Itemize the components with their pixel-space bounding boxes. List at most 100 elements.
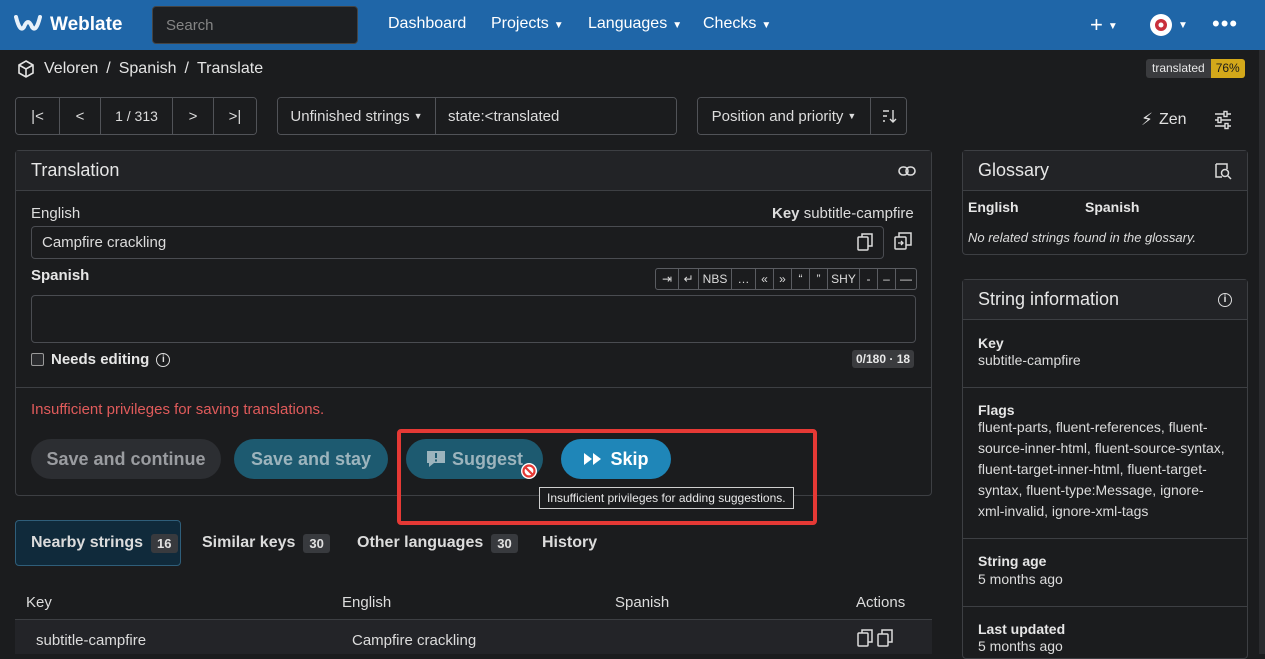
sort-dropdown[interactable]: Position and priority ▼ (698, 98, 871, 134)
char-tab-button[interactable]: ⇥ (655, 268, 679, 290)
breadcrumb-sep: / (184, 60, 189, 77)
divider (963, 606, 1247, 607)
char-endash-button[interactable]: – (878, 268, 896, 290)
settings-sliders-icon[interactable] (1213, 110, 1233, 130)
first-button[interactable]: |< (16, 98, 60, 134)
char-hyphen-button[interactable]: - (860, 268, 878, 290)
last-icon: >| (228, 107, 242, 125)
info-age-value: 5 months ago (978, 571, 1063, 587)
status-badge[interactable]: translated 76% (1146, 59, 1245, 78)
breadcrumb-language[interactable]: Spanish (119, 60, 177, 78)
page-scrollbar[interactable] (1259, 50, 1265, 654)
status-badge-label: translated (1146, 59, 1211, 78)
sort-direction-icon (881, 107, 897, 125)
glossary-empty: No related strings found in the glossary… (968, 230, 1197, 245)
char-ldquo-button[interactable]: “ (792, 268, 810, 290)
table-row[interactable]: subtitle-campfire Campfire crackling (15, 620, 932, 654)
error-message: Insufficient privileges for saving trans… (31, 401, 325, 418)
add-menu-button[interactable]: + ▼ (1090, 12, 1118, 38)
glossary-col-source: English (968, 199, 1019, 215)
char-newline-button[interactable]: ↵ (679, 268, 699, 290)
char-ellipsis-button[interactable]: … (732, 268, 756, 290)
info-icon[interactable]: i (156, 352, 171, 367)
char-laquo-button[interactable]: « (756, 268, 774, 290)
special-chars-toolbar: ⇥ ↵ NBS … « » “ ” SHY - – — (655, 268, 917, 290)
breadcrumb-project[interactable]: Veloren (44, 60, 98, 78)
char-raquo-button[interactable]: » (774, 268, 792, 290)
nav-dashboard[interactable]: Dashboard (388, 15, 466, 33)
nav-languages[interactable]: Languages ▼ (588, 15, 682, 33)
key-label: Key (772, 205, 800, 222)
copy-icon[interactable] (857, 629, 873, 647)
brand-name: Weblate (50, 14, 123, 35)
next-button[interactable]: > (173, 98, 214, 134)
glossary-title: Glossary (978, 160, 1050, 180)
source-text: Campfire crackling (42, 234, 167, 251)
row-key: subtitle-campfire (36, 632, 147, 649)
nav-checks[interactable]: Checks ▼ (703, 15, 771, 33)
tab-history[interactable]: History (542, 520, 597, 566)
prev-button[interactable]: < (60, 98, 101, 134)
needs-editing-label: Needs editing (51, 351, 150, 368)
prev-icon: < (75, 107, 85, 125)
more-menu-icon[interactable]: ••• (1212, 11, 1238, 37)
info-updated-label: Last updated (978, 621, 1066, 637)
char-nbsp-button[interactable]: NBS (699, 268, 732, 290)
string-info-header: String information i (963, 280, 1247, 320)
filter-dropdown[interactable]: Unfinished strings ▼ (278, 98, 436, 134)
info-age-label: String age (978, 553, 1047, 569)
tab-count: 30 (491, 533, 518, 553)
char-rdquo-button[interactable]: ” (810, 268, 828, 290)
divider (963, 538, 1247, 539)
table-header-english: English (342, 594, 392, 611)
first-icon: |< (31, 107, 44, 125)
project-cube-icon (16, 59, 36, 79)
tab-nearby-strings[interactable]: Nearby strings 16 (31, 520, 178, 566)
search-book-icon[interactable] (1214, 162, 1232, 180)
clone-source-icon[interactable] (894, 232, 912, 250)
pager: |< < 1 / 313 > >| (15, 97, 257, 135)
query-input[interactable]: state:<translated (436, 98, 676, 134)
last-button[interactable]: >| (214, 98, 256, 134)
sort-direction-button[interactable] (871, 98, 906, 134)
info-flags-value: fluent-parts, fluent-references, fluent-… (978, 419, 1225, 519)
tab-similar-keys[interactable]: Similar keys 30 (202, 520, 330, 566)
breadcrumb-current: Translate (197, 60, 264, 77)
divider (16, 387, 931, 388)
info-flags-label: Flags (978, 402, 1015, 418)
info-circle-icon[interactable]: i (1218, 292, 1232, 307)
character-counter: 0/180 · 18 (852, 350, 915, 368)
key-info: Key subtitle-campfire (772, 205, 914, 222)
save-stay-button[interactable]: Save and stay (234, 439, 388, 479)
char-emdash-button[interactable]: — (896, 268, 917, 290)
tab-other-languages[interactable]: Other languages 30 (357, 520, 518, 566)
translation-textarea[interactable] (31, 295, 916, 343)
save-continue-button[interactable]: Save and continue (31, 439, 221, 479)
brand-logo[interactable]: Weblate (14, 10, 123, 40)
search-input[interactable] (152, 6, 358, 44)
glossary-header: Glossary (963, 151, 1247, 191)
highlight-box (397, 429, 817, 525)
tab-count: 16 (151, 533, 178, 553)
next-icon: > (188, 107, 198, 125)
table-header-actions: Actions (856, 594, 906, 611)
key-value: subtitle-campfire (803, 205, 914, 222)
needs-editing-row: Needs editing i (31, 351, 171, 368)
user-avatar-button[interactable]: ▼ (1150, 14, 1188, 41)
info-key-value: subtitle-campfire (978, 352, 1081, 368)
breadcrumb-sep: / (106, 60, 111, 77)
char-shy-button[interactable]: SHY (828, 268, 860, 290)
copy-icon[interactable] (857, 233, 873, 251)
row-english: Campfire crackling (352, 632, 477, 649)
zen-button[interactable]: ⚡ Zen (1141, 110, 1187, 130)
clone-icon[interactable] (877, 629, 893, 647)
table-header-spanish: Spanish (615, 594, 670, 611)
tab-count: 30 (303, 533, 330, 553)
string-info-title: String information (978, 289, 1120, 309)
needs-editing-checkbox[interactable] (31, 353, 44, 366)
status-badge-percent: 76% (1210, 59, 1245, 78)
source-text-box: Campfire crackling (31, 226, 884, 259)
lightning-icon: ⚡ (1141, 110, 1153, 129)
nav-projects[interactable]: Projects ▼ (491, 15, 564, 33)
link-icon[interactable] (898, 165, 916, 177)
